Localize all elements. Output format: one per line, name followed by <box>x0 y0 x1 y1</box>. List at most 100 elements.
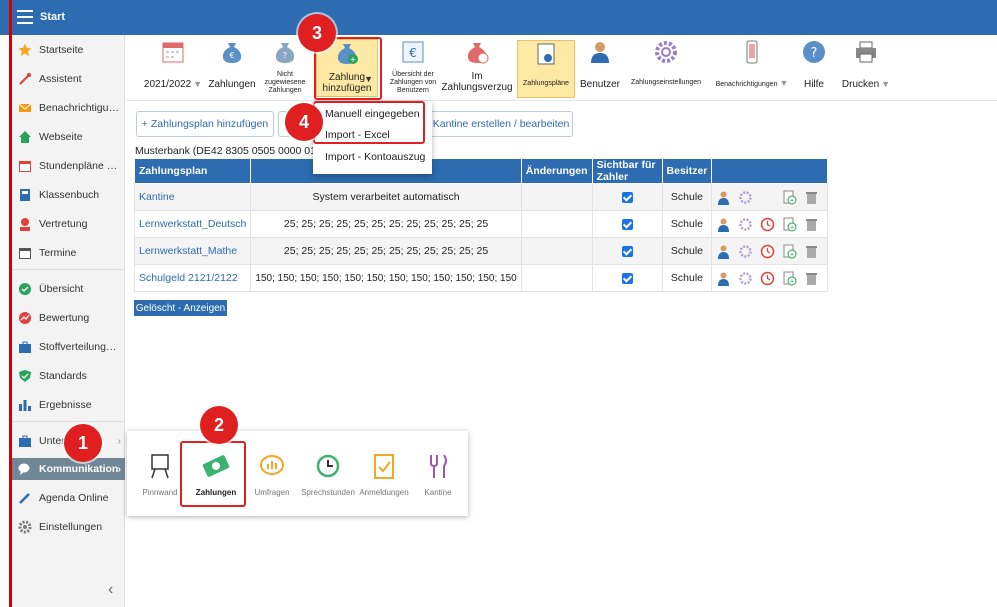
submenu-item-sprechstunden[interactable]: Sprechstunden <box>299 441 357 497</box>
table-row: Lernwerkstatt_Mathe 25; 25; 25; 25; 25; … <box>133 237 828 265</box>
sidebar-divider <box>12 269 125 270</box>
book-icon <box>20 189 30 201</box>
user-icon[interactable] <box>716 271 731 286</box>
show-deleted-button[interactable]: Gelöscht - Anzeigen <box>134 300 227 316</box>
plan-changes <box>520 210 593 238</box>
gear-icon[interactable] <box>738 271 753 286</box>
toolbar-year-select[interactable]: 2021/2022 ▼ <box>140 39 206 90</box>
visible-checkbox[interactable] <box>621 272 633 284</box>
document-add-icon[interactable]: + <box>782 244 797 259</box>
sidebar-item-standards[interactable]: Standards <box>12 365 125 387</box>
toolbar-zahlungsverzug[interactable]: Im Zahlungsverzug <box>440 39 514 93</box>
sidebar-item-termine[interactable]: Termine <box>12 242 125 264</box>
clock-icon[interactable] <box>760 271 775 286</box>
column-header[interactable]: Besitzer <box>661 158 713 184</box>
envelope-icon <box>18 103 32 112</box>
plan-name-link[interactable]: Schulgeld 2121/2122 <box>133 264 252 292</box>
hamburger-menu-icon[interactable] <box>17 10 33 24</box>
sidebar-item-klassenbuch[interactable]: Klassenbuch <box>12 184 125 206</box>
column-header[interactable]: Änderungen <box>520 158 593 184</box>
toolbar-drucken[interactable]: Drucken ▼ <box>840 39 892 90</box>
plan-name-link[interactable]: Kantine <box>133 183 252 211</box>
sidebar-item-uebersicht[interactable]: Übersicht <box>12 278 125 300</box>
briefcase-icon <box>19 435 31 447</box>
visible-checkbox[interactable] <box>621 218 633 230</box>
menu-item-import-kontoauszug[interactable]: Import - Kontoauszug <box>313 147 432 167</box>
column-header[interactable]: Zahlungsplan <box>133 158 252 184</box>
user-icon[interactable] <box>716 190 731 205</box>
trash-icon[interactable] <box>804 244 819 259</box>
toolbar-nicht-zugewiesen[interactable]: ? Nicht zugewiesene Zahlungen <box>260 39 310 95</box>
toolbar-benutzer[interactable]: Benutzer <box>579 39 621 90</box>
kantine-edit-button[interactable]: ul Kantine erstellen / bearbeiten <box>418 111 573 137</box>
plan-amounts: 25; 25; 25; 25; 25; 25; 25; 25; 25; 25; … <box>250 210 522 238</box>
bank-account-label: Musterbank (DE42 8305 0505 0000 0123 <box>135 145 328 157</box>
add-payment-plan-button[interactable]: + Zahlungsplan hinzufügen <box>136 111 274 137</box>
sidebar-item-ergebnisse[interactable]: Ergebnisse <box>12 394 125 416</box>
gear-icon[interactable] <box>738 217 753 232</box>
document-add-icon[interactable]: + <box>782 271 797 286</box>
trash-icon[interactable] <box>804 271 819 286</box>
sidebar-item-kommunikation[interactable]: Kommunikation › <box>12 458 125 480</box>
phone-icon <box>746 40 758 64</box>
annotation-frame-left <box>9 0 12 607</box>
svg-text:+: + <box>790 197 795 204</box>
wand-icon <box>19 73 31 85</box>
sidebar-item-assistent[interactable]: Assistent <box>12 68 125 90</box>
sidebar-item-einstellungen[interactable]: Einstellungen <box>12 516 125 538</box>
trash-icon[interactable] <box>804 217 819 232</box>
plan-amounts: 150; 150; 150; 150; 150; 150; 150; 150; … <box>250 264 522 292</box>
sidebar-item-bewertung[interactable]: Bewertung <box>12 307 125 329</box>
toolbar-zahlungseinstellungen[interactable]: Zahlungseinstellungen <box>626 39 706 87</box>
document-add-icon[interactable]: + <box>782 217 797 232</box>
step-badge-3: 3 <box>298 14 336 52</box>
cutlery-icon <box>430 454 447 478</box>
submenu-item-umfragen[interactable]: Umfragen <box>243 441 301 497</box>
money-bag-clock-icon <box>467 43 489 64</box>
sidebar-item-stoffverteilungsplaene[interactable]: Stoffverteilungspläne <box>12 336 125 358</box>
home-icon <box>19 131 31 143</box>
trash-icon[interactable] <box>804 190 819 205</box>
chart-circle-icon <box>19 312 31 324</box>
chevron-down-icon: ▼ <box>193 79 203 89</box>
sidebar-item-agenda-online[interactable]: Agenda Online <box>12 487 125 509</box>
collapse-sidebar-icon[interactable]: ‹ <box>108 581 113 599</box>
document-add-icon[interactable]: + <box>782 190 797 205</box>
plan-name-link[interactable]: Lernwerkstatt_Mathe <box>133 237 252 265</box>
toolbar-hilfe[interactable]: ? Hilfe <box>798 39 830 90</box>
clock-icon[interactable] <box>760 244 775 259</box>
clipboard-check-icon <box>374 454 394 479</box>
gear-icon[interactable] <box>738 244 753 259</box>
hilfe-label: Hilfe <box>803 79 824 90</box>
table-row: Schulgeld 2121/2122 150; 150; 150; 150; … <box>133 264 828 292</box>
top-bar: Start <box>0 0 997 35</box>
payment-plans-table: Zahlungsplan Änderungen Sichtbar für Zah… <box>133 158 828 292</box>
toolbar-uebersicht-zahlungen[interactable]: € Übersicht der Zahlungen von Benutzern <box>388 39 438 95</box>
sidebar-item-vertretung[interactable]: Vertretung <box>12 213 125 235</box>
svg-text:?: ? <box>283 51 287 60</box>
clock-icon[interactable] <box>760 217 775 232</box>
toolbar-benachrichtigungen[interactable]: Benachrichtigungen ▼ <box>710 39 794 89</box>
column-header <box>711 158 828 184</box>
sidebar-item-startseite[interactable]: Startseite <box>12 39 125 61</box>
submenu-item-anmeldungen[interactable]: Anmeldungen <box>355 441 413 497</box>
printer-icon <box>856 41 876 63</box>
sidebar-item-webseite[interactable]: Webseite <box>12 126 125 148</box>
annotation-box-dropdown <box>313 101 425 144</box>
sidebar-item-stundenplaene[interactable]: Stundenpläne und Räume <box>12 155 125 177</box>
sidebar-item-benachrichtigungen[interactable]: Benachrichtigungen <box>12 97 125 119</box>
empty-slot <box>760 190 775 205</box>
submenu-item-kantine[interactable]: Kantine <box>409 441 467 497</box>
toolbar-zahlungen[interactable]: € Zahlungen <box>206 39 258 90</box>
plan-name-link[interactable]: Lernwerkstatt_Deutsch <box>133 210 252 238</box>
toolbar-zahlungsplaene[interactable]: Zahlungspläne <box>517 40 575 98</box>
visible-checkbox[interactable] <box>621 245 633 257</box>
verzug-label: Im Zahlungsverzug <box>441 71 513 93</box>
calendar-icon <box>19 161 31 172</box>
gear-icon[interactable] <box>738 190 753 205</box>
column-header[interactable]: Sichtbar für Zahler <box>591 158 663 184</box>
user-icon[interactable] <box>716 217 731 232</box>
benachrichtigungen-label: Benachrichtigungen <box>715 81 778 88</box>
user-icon[interactable] <box>716 244 731 259</box>
visible-checkbox[interactable] <box>621 191 633 203</box>
